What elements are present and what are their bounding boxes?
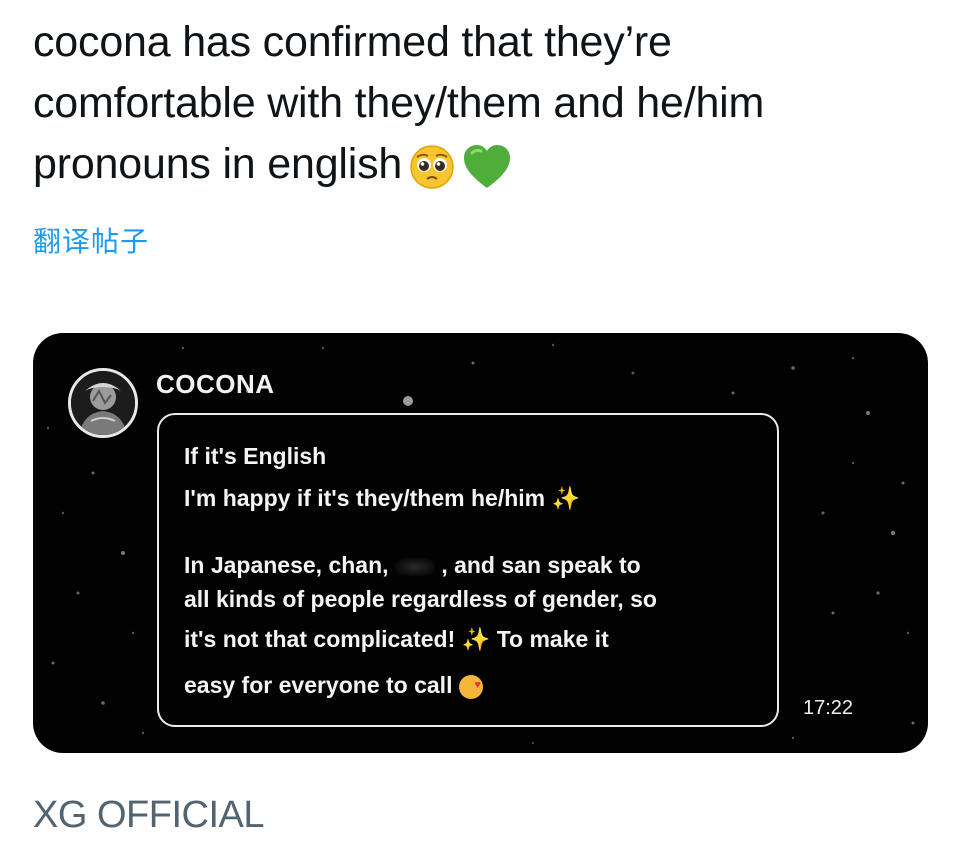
- message-line: In Japanese, chan, , and san speak to: [184, 552, 641, 578]
- tweet-line: comfortable with they/them and he/him: [33, 79, 765, 127]
- avatar[interactable]: [68, 368, 138, 438]
- message-line: easy for everyone to call ♥: [184, 672, 483, 699]
- tweet-line: cocona has confirmed that they’re: [33, 18, 672, 66]
- screenshot-image[interactable]: COCONA If it's English I'm happy if it's…: [33, 333, 928, 753]
- message-bubble: If it's English I'm happy if it's they/t…: [157, 413, 779, 727]
- blurred-text: [394, 557, 435, 576]
- sender-name: COCONA: [156, 369, 275, 399]
- sparkles-icon: ✨: [461, 626, 491, 652]
- tweet-line: pronouns in english: [33, 134, 933, 195]
- source-label: XG OFFICIAL: [33, 794, 264, 836]
- pleading-face-icon: [410, 144, 454, 189]
- avatar-photo: [71, 371, 135, 435]
- message-line: I'm happy if it's they/them he/him ✨: [184, 485, 581, 511]
- message-line: it's not that complicated! ✨ To make it: [184, 626, 609, 652]
- message-line: If it's English: [184, 443, 327, 469]
- translate-post-link[interactable]: 翻译帖子: [33, 220, 149, 260]
- green-heart-icon: [464, 144, 511, 188]
- message-time: 17:22: [803, 697, 854, 719]
- sparkles-icon: ✨: [551, 485, 581, 511]
- message-line: all kinds of people regardless of gender…: [184, 586, 657, 612]
- tweet-text: cocona has confirmed that they’re comfor…: [33, 12, 933, 195]
- kissing-face-icon: ♥: [458, 674, 483, 699]
